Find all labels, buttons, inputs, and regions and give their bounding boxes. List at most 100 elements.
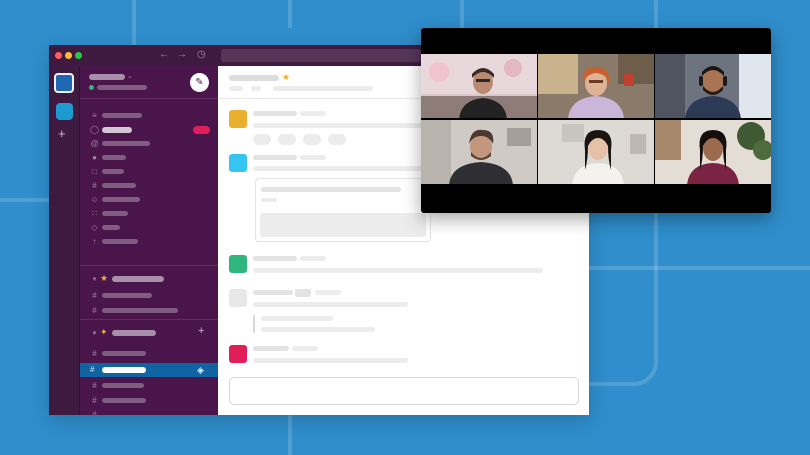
message-author[interactable] (253, 346, 289, 351)
section-header-starred[interactable] (112, 276, 164, 282)
quoted-text (261, 327, 375, 332)
sidebar-item-bookmarks[interactable] (102, 169, 124, 174)
message-avatar[interactable] (229, 154, 247, 172)
sidebar-item-channels[interactable] (102, 183, 136, 188)
sidebar-channel[interactable] (102, 293, 152, 298)
participant-video-tile[interactable] (421, 120, 537, 184)
preview-source (261, 198, 277, 202)
message-author[interactable] (253, 290, 293, 295)
quoted-text (261, 316, 333, 321)
more-icon: ↑ (92, 237, 97, 246)
channel-hash-icon: # (92, 410, 97, 415)
preview-image (260, 213, 426, 237)
message-timestamp (300, 256, 326, 261)
sidebar-divider (80, 265, 218, 266)
sidebar-item-files[interactable] (102, 225, 120, 230)
link-preview[interactable] (255, 178, 431, 242)
quote-bar (253, 315, 255, 333)
section-header-channels[interactable] (112, 330, 156, 336)
search-bar[interactable] (221, 49, 421, 62)
sidebar-divider (80, 319, 218, 320)
channel-topic (273, 86, 373, 91)
background-line (288, 415, 292, 455)
workspace-header[interactable]: ⌄ ✎ (80, 66, 218, 99)
message-text (253, 358, 408, 363)
workspace-switcher-active[interactable] (54, 73, 74, 93)
message-author[interactable] (253, 111, 297, 116)
status-dot (89, 85, 94, 90)
message-text (253, 166, 438, 171)
workspace-switcher[interactable] (56, 103, 73, 120)
message-author[interactable] (253, 155, 297, 160)
bookmark-icon: □ (92, 167, 97, 176)
participant-video-tile[interactable] (538, 54, 654, 118)
reaction-pill[interactable] (253, 134, 271, 145)
unread-badge (193, 126, 210, 134)
star-icon: ★ (100, 273, 109, 283)
sidebar-item-apps[interactable] (102, 211, 128, 216)
sidebar-channel-active[interactable]: # ◈ (80, 363, 218, 377)
participant-video-tile[interactable] (655, 54, 771, 118)
files-icon: ◇ (91, 223, 98, 232)
sidebar-item-saved[interactable] (102, 155, 126, 160)
message-avatar[interactable] (229, 110, 247, 128)
channel-title[interactable] (229, 75, 279, 81)
preview-title (261, 187, 401, 192)
sidebar-item-people[interactable] (102, 197, 140, 202)
message-timestamp (315, 290, 341, 295)
message-text (253, 268, 543, 273)
saved-icon: ● (92, 153, 97, 162)
sidebar-item-mentions[interactable] (102, 141, 150, 146)
message-avatar[interactable] (229, 255, 247, 273)
sidebar-channel[interactable] (102, 351, 146, 356)
close-window-button[interactable] (55, 52, 62, 59)
channel-hash-icon: # (90, 365, 95, 374)
reaction-pill[interactable] (278, 134, 296, 145)
sidebar-channel[interactable] (102, 398, 146, 403)
apps-icon: ∷ (91, 209, 98, 218)
channel-hash-icon: # (92, 349, 97, 358)
huddle-icon[interactable]: ◈ (197, 364, 204, 376)
back-arrow-icon[interactable]: ← (159, 49, 169, 61)
channel-hash-icon: # (92, 291, 97, 300)
dms-icon: ◯ (90, 125, 99, 134)
reaction-pill[interactable] (303, 134, 321, 145)
user-name (97, 85, 147, 90)
message-text (253, 302, 408, 307)
people-icon: ☺ (90, 195, 99, 204)
message-avatar[interactable] (229, 345, 247, 363)
video-call-window[interactable] (421, 28, 771, 213)
participant-video-tile[interactable] (655, 120, 771, 184)
sidebar-channel[interactable] (102, 308, 178, 313)
message-text (253, 123, 438, 128)
message-avatar[interactable] (229, 289, 247, 307)
sidebar: ⌄ ✎ ≡ ◯ @ ● □ # ☺ ∷ ◇ ↑ ▼ ★ # # ▼ ✦ + # … (80, 66, 218, 415)
sidebar-item-more[interactable] (102, 239, 138, 244)
participant-video-tile[interactable] (538, 120, 654, 184)
participant-video-tile[interactable] (421, 54, 537, 118)
message-tag (295, 289, 311, 297)
add-channel-icon[interactable]: + (198, 325, 204, 337)
active-channel-name (102, 367, 146, 373)
threads-icon: ≡ (92, 111, 97, 120)
maximize-window-button[interactable] (75, 52, 82, 59)
message-timestamp (292, 346, 318, 351)
minimize-window-button[interactable] (65, 52, 72, 59)
message-composer[interactable] (229, 377, 579, 405)
rocket-icon: ✦ (100, 327, 108, 337)
caret-down-icon[interactable]: ▼ (90, 276, 99, 285)
history-clock-icon[interactable]: ◷ (197, 49, 206, 61)
sidebar-item-threads[interactable] (102, 113, 142, 118)
star-icon[interactable]: ★ (282, 72, 290, 82)
reaction-pill[interactable] (328, 134, 346, 145)
message-author[interactable] (253, 256, 297, 261)
caret-down-icon[interactable]: ▼ (90, 330, 99, 339)
chevron-down-icon: ⌄ (127, 73, 133, 80)
channel-hash-icon: # (92, 381, 97, 390)
channels-icon: # (92, 181, 97, 190)
sidebar-channel[interactable] (102, 383, 144, 388)
sidebar-item-dms[interactable] (102, 127, 132, 133)
forward-arrow-icon[interactable]: → (177, 49, 187, 61)
compose-icon[interactable]: ✎ (190, 73, 209, 92)
plus-icon[interactable]: + (58, 127, 66, 140)
